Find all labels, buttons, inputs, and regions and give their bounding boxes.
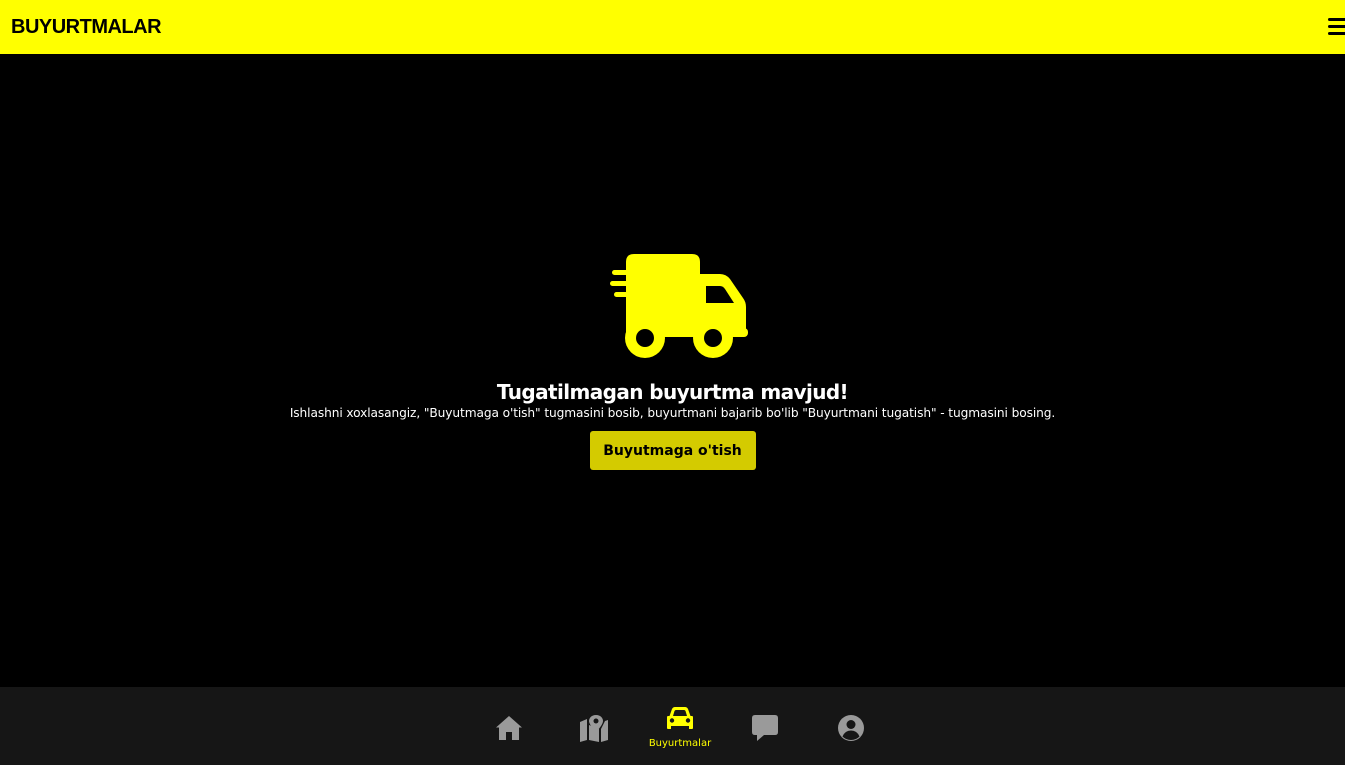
bottom-navigation: Buyurtmalar	[0, 687, 1345, 765]
nav-item-orders[interactable]: Buyurtmalar	[648, 687, 712, 765]
main-content: Tugatilmagan buyurtma mavjud! Ishlashni …	[0, 54, 1345, 687]
car-icon	[667, 706, 693, 729]
page-title: BUYURTMALAR	[11, 15, 162, 38]
notice-headline: Tugatilmagan buyurtma mavjud!	[496, 380, 849, 404]
hamburger-menu-icon[interactable]	[1326, 0, 1345, 54]
nav-item-orders-label: Buyurtmalar	[648, 737, 712, 749]
nav-item-profile[interactable]	[821, 687, 881, 765]
chat-icon	[752, 715, 778, 741]
nav-item-home[interactable]	[479, 687, 539, 765]
notice-description: Ishlashni xoxlasangiz, "Buyutmaga o'tish…	[289, 406, 1056, 420]
nav-item-chat[interactable]	[735, 687, 795, 765]
user-circle-icon	[838, 715, 864, 741]
unfinished-order-notice: Tugatilmagan buyurtma mavjud! Ishlashni …	[0, 250, 1345, 470]
nav-item-map[interactable]	[564, 687, 624, 765]
go-to-order-button[interactable]: Buyutmaga o'tish	[589, 431, 756, 470]
home-icon	[496, 716, 522, 740]
top-bar: BUYURTMALAR	[0, 0, 1345, 54]
map-marker-icon	[580, 715, 608, 742]
shipping-fast-truck-icon	[610, 254, 748, 358]
